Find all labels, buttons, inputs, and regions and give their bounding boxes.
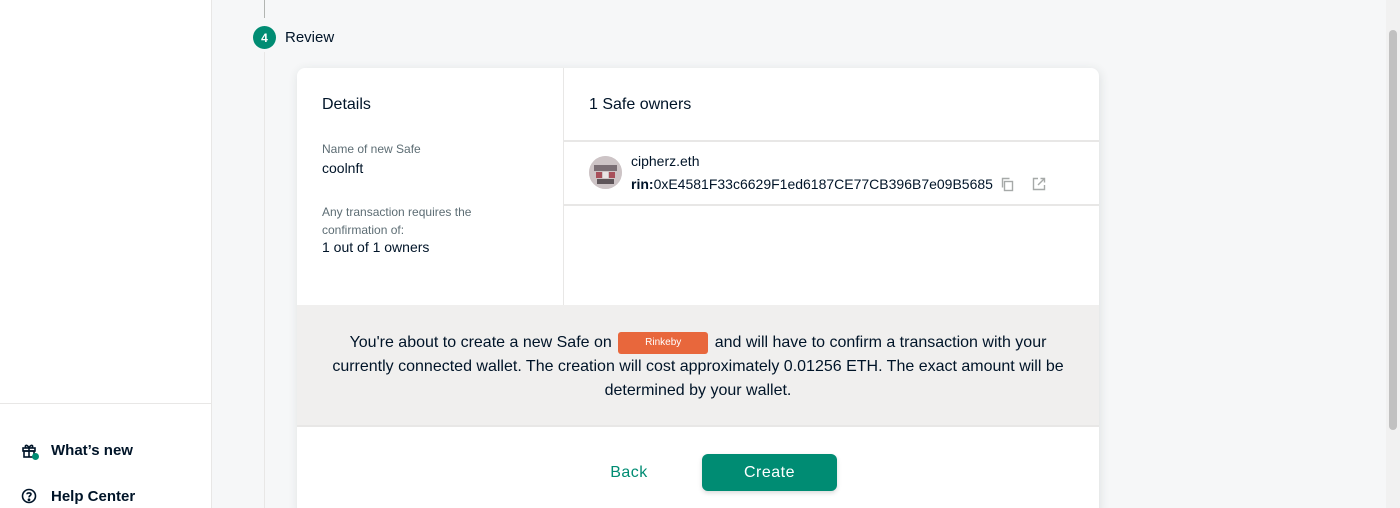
help-center-link[interactable]: Help Center [20,487,135,505]
scrollbar[interactable] [1386,0,1400,508]
network-badge: Rinkeby [618,332,709,354]
copy-icon[interactable] [998,175,1016,193]
stepper-connector [264,0,265,18]
owner-address: rin:0xE4581F33c6629F1ed6187CE77CB396B7e0… [631,176,993,192]
external-link-icon[interactable] [1030,175,1048,193]
owners-header: 1 Safe owners [564,68,1099,142]
creation-info-text: You're about to create a new Safe on Rin… [317,331,1079,403]
create-button[interactable]: Create [702,454,837,491]
network-prefix: rin: [631,176,654,192]
card-footer: Back Create [297,429,1099,508]
owners-panel: 1 Safe owners cipherz.eth rin:0xE4581F33… [564,68,1099,305]
safe-name-label: Name of new Safe [322,142,421,156]
step-number-badge: 4 [253,26,276,49]
new-indicator-dot [32,453,39,460]
threshold-label: Any transaction requires the confirmatio… [322,205,472,237]
stepper-connector [264,52,265,508]
details-panel: Details Name of new Safe coolnft Any tra… [297,68,564,305]
address-actions [998,175,1048,193]
owner-address-value: 0xE4581F33c6629F1ed6187CE77CB396B7e09B56… [653,176,993,192]
owner-name: cipherz.eth [631,153,700,169]
owners-title: 1 Safe owners [589,96,692,113]
owner-avatar [589,156,622,189]
creation-info: You're about to create a new Safe on Rin… [297,305,1099,427]
help-center-label: Help Center [51,487,136,505]
whats-new-label: What’s new [51,441,133,459]
safe-name-value: coolnft [322,160,364,176]
owner-row: cipherz.eth rin:0xE4581F33c6629F1ed6187C… [564,142,1099,206]
help-circle-icon [20,487,38,505]
gift-icon [20,441,39,460]
scrollbar-thumb[interactable] [1389,30,1397,430]
step-label: Review [285,29,335,46]
threshold-value: 1 out of 1 owners [322,239,430,255]
review-card: Details Name of new Safe coolnft Any tra… [297,68,1099,508]
back-button[interactable]: Back [589,453,669,493]
whats-new-link[interactable]: What’s new [20,441,133,460]
sidebar-divider [0,403,212,404]
details-title: Details [322,96,371,113]
info-text-before: You're about to create a new Safe on [349,334,612,351]
sidebar: What’s new Help Center [0,0,212,508]
main-content: 4 Review Details Name of new Safe coolnf… [212,0,1400,508]
